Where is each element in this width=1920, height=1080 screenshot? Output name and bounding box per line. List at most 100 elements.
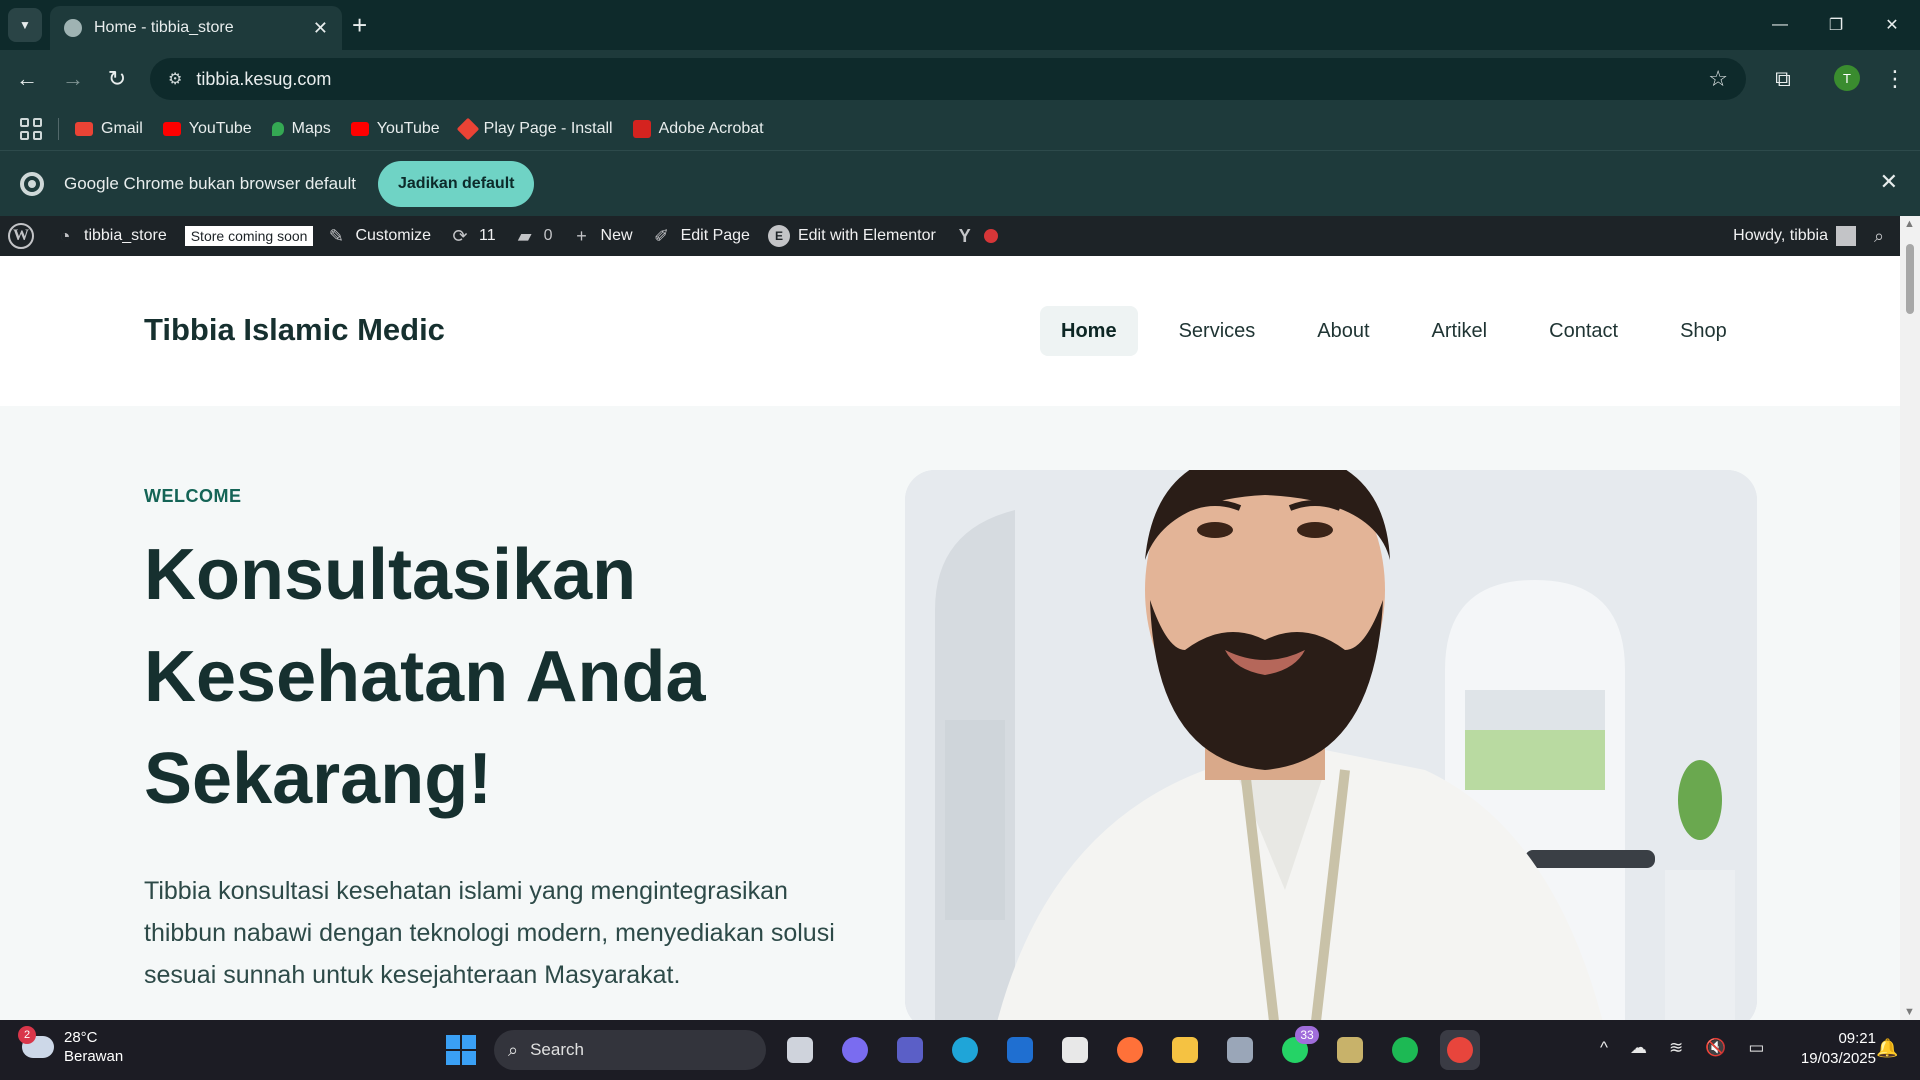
tab-home[interactable]: Home - tibbia_store ✕ bbox=[50, 6, 342, 50]
bookmark-label: Maps bbox=[291, 120, 331, 137]
onedrive-icon[interactable]: ☁ bbox=[1630, 1038, 1647, 1058]
new-content-link[interactable]: + New bbox=[571, 225, 632, 247]
extensions-icon[interactable]: ⧉ bbox=[1766, 62, 1800, 96]
weather-condition: Berawan bbox=[64, 1048, 124, 1065]
profile-avatar[interactable]: T bbox=[1834, 65, 1860, 91]
close-tab-icon[interactable]: ✕ bbox=[313, 18, 328, 39]
scroll-thumb[interactable] bbox=[1906, 244, 1914, 314]
nav-artikel[interactable]: Artikel bbox=[1411, 306, 1509, 356]
web-page: Tibbia Islamic Medic Home Services About… bbox=[0, 256, 1900, 1020]
minimize-button[interactable]: — bbox=[1752, 0, 1808, 50]
tab-strip: ▼ Home - tibbia_store ✕ + — ❐ ✕ bbox=[0, 0, 1920, 50]
chrome-taskbar-icon[interactable] bbox=[1440, 1030, 1480, 1070]
taskbar-search[interactable]: ⌕ Search bbox=[494, 1030, 766, 1070]
nav-services[interactable]: Services bbox=[1158, 306, 1277, 356]
wifi-icon[interactable]: ≋ bbox=[1669, 1038, 1683, 1058]
search-icon: ⌕ bbox=[508, 1039, 519, 1060]
user-avatar bbox=[1836, 226, 1856, 246]
tab-search-button[interactable]: ▼ bbox=[8, 8, 42, 42]
youtube-icon bbox=[162, 122, 181, 136]
page-scrollbar[interactable]: ▲ ▼ bbox=[1900, 216, 1920, 1020]
hero-eyebrow: WELCOME bbox=[144, 486, 242, 506]
updates-count: 11 bbox=[479, 227, 496, 244]
camera-icon[interactable] bbox=[1220, 1030, 1260, 1070]
main-navigation: Home Services About Artikel Contact Shop bbox=[1040, 306, 1768, 356]
restore-button[interactable]: ❐ bbox=[1808, 0, 1864, 50]
bookmark-maps[interactable]: Maps bbox=[271, 120, 331, 138]
copilot-icon[interactable] bbox=[835, 1030, 875, 1070]
infobar-message: Google Chrome bukan browser default bbox=[64, 173, 356, 193]
firefox-icon[interactable] bbox=[1110, 1030, 1150, 1070]
customize-link[interactable]: ✎ Customize bbox=[325, 225, 431, 247]
volume-muted-icon[interactable]: 🔇 bbox=[1705, 1038, 1726, 1058]
set-default-button[interactable]: Jadikan default bbox=[378, 160, 535, 207]
updates-link[interactable]: ⟳ 11 bbox=[449, 225, 496, 247]
updates-icon: ⟳ bbox=[452, 225, 468, 246]
address-bar[interactable]: ⚙ tibbia.kesug.com ☆ bbox=[150, 58, 1746, 100]
clock[interactable]: 09:21 19/03/2025 bbox=[1786, 1029, 1876, 1069]
weather-widget[interactable]: 2 28°C Berawan bbox=[18, 1026, 124, 1066]
url-text[interactable]: tibbia.kesug.com bbox=[196, 69, 1708, 90]
back-button[interactable]: ← bbox=[10, 62, 44, 96]
defender-icon[interactable] bbox=[1000, 1030, 1040, 1070]
scroll-down-icon[interactable]: ▼ bbox=[1904, 1006, 1915, 1018]
nav-home[interactable]: Home bbox=[1040, 306, 1138, 356]
yoast-icon: Y bbox=[958, 225, 971, 246]
store-icon[interactable] bbox=[1055, 1030, 1095, 1070]
app-icon[interactable] bbox=[1330, 1030, 1370, 1070]
forward-button[interactable]: → bbox=[56, 62, 90, 96]
nav-about[interactable]: About bbox=[1296, 306, 1390, 356]
store-coming-soon-badge[interactable]: Store coming soon bbox=[184, 226, 314, 246]
site-title[interactable]: Tibbia Islamic Medic bbox=[144, 312, 445, 348]
close-window-button[interactable]: ✕ bbox=[1864, 0, 1920, 50]
search-icon[interactable]: ⌕ bbox=[1868, 225, 1890, 247]
scroll-up-icon[interactable]: ▲ bbox=[1904, 218, 1915, 230]
apps-grid-icon[interactable] bbox=[20, 118, 42, 140]
bookmark-label: Gmail bbox=[101, 120, 143, 137]
doctor-illustration bbox=[905, 470, 1757, 1020]
bookmark-star-icon[interactable]: ☆ bbox=[1708, 66, 1728, 92]
wordpress-logo-icon[interactable]: W bbox=[8, 223, 34, 249]
site-name-link[interactable]: ◔ tibbia_store bbox=[54, 225, 167, 247]
notification-bell-icon[interactable]: 🔔 bbox=[1876, 1038, 1898, 1059]
bookmark-gmail[interactable]: Gmail bbox=[75, 120, 143, 138]
task-view-icon[interactable] bbox=[780, 1030, 820, 1070]
comments-link[interactable]: ▰ 0 bbox=[514, 225, 553, 247]
windows-taskbar: 2 28°C Berawan ⌕ Search 33 ^ ☁ ≋ 🔇 ▭ 09:… bbox=[0, 1020, 1920, 1080]
edge-icon[interactable] bbox=[945, 1030, 985, 1070]
bookmark-separator bbox=[58, 118, 59, 140]
site-header: Tibbia Islamic Medic Home Services About… bbox=[0, 256, 1900, 406]
close-infobar-icon[interactable]: ✕ bbox=[1880, 169, 1898, 195]
new-tab-button[interactable]: + bbox=[352, 10, 367, 40]
teams-icon[interactable] bbox=[890, 1030, 930, 1070]
gmail-icon bbox=[75, 122, 93, 136]
whatsapp-icon[interactable]: 33 bbox=[1275, 1026, 1319, 1070]
nav-contact[interactable]: Contact bbox=[1528, 306, 1639, 356]
reload-button[interactable]: ↻ bbox=[100, 62, 134, 96]
bookmark-label: Play Page - Install bbox=[483, 120, 613, 137]
windows-start-icon[interactable] bbox=[446, 1035, 476, 1065]
cloud-weather-icon: 2 bbox=[18, 1026, 54, 1058]
battery-icon[interactable]: ▭ bbox=[1748, 1038, 1764, 1058]
elementor-label: Edit with Elementor bbox=[797, 227, 936, 244]
search-label: Search bbox=[530, 1040, 584, 1059]
chevron-up-icon[interactable]: ^ bbox=[1600, 1038, 1608, 1058]
spotify-icon[interactable] bbox=[1385, 1030, 1425, 1070]
edit-page-link[interactable]: ✐ Edit Page bbox=[651, 225, 750, 247]
brush-icon: ✎ bbox=[328, 225, 344, 246]
nav-shop[interactable]: Shop bbox=[1659, 306, 1748, 356]
site-info-icon[interactable]: ⚙ bbox=[168, 69, 182, 89]
edit-elementor-link[interactable]: E Edit with Elementor bbox=[767, 225, 936, 247]
file-explorer-icon[interactable] bbox=[1165, 1030, 1205, 1070]
yoast-link[interactable]: Y bbox=[954, 225, 998, 247]
bookmark-youtube-2[interactable]: YouTube bbox=[350, 120, 440, 138]
play-icon bbox=[456, 117, 479, 141]
clock-date: 19/03/2025 bbox=[1800, 1050, 1876, 1067]
window-controls: — ❐ ✕ bbox=[1752, 0, 1920, 50]
bookmark-play-page[interactable]: Play Page - Install bbox=[456, 117, 613, 141]
bookmark-youtube[interactable]: YouTube bbox=[162, 120, 252, 138]
admin-bar-account[interactable]: Howdy, tibbia ⌕ bbox=[1733, 216, 1900, 256]
chevron-down-icon: ▼ bbox=[19, 18, 31, 32]
chrome-menu-icon[interactable]: ⋮ bbox=[1880, 62, 1910, 96]
bookmark-adobe-acrobat[interactable]: Adobe Acrobat bbox=[632, 120, 764, 138]
